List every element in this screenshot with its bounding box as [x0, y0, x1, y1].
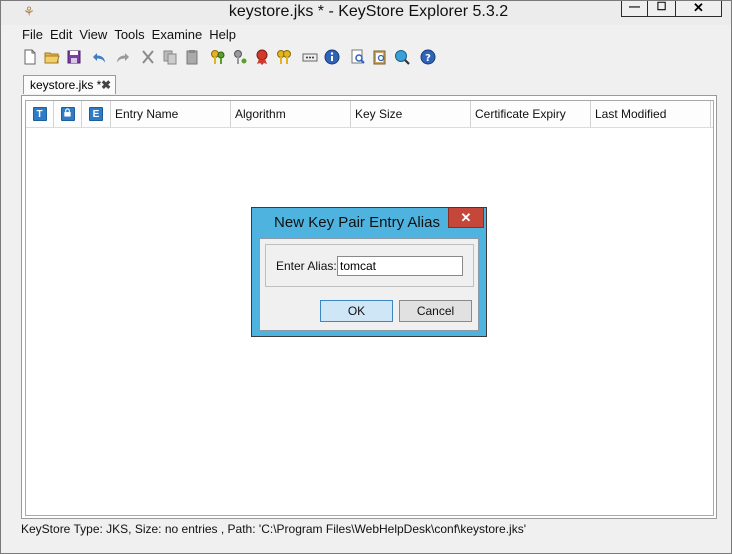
ok-button[interactable]: OK: [320, 300, 393, 322]
column-header-algorithm[interactable]: Algorithm: [231, 101, 351, 127]
cancel-button[interactable]: Cancel: [399, 300, 472, 322]
close-button[interactable]: ✕: [675, 1, 722, 17]
save-icon[interactable]: [65, 48, 83, 66]
generate-key-pair-icon[interactable]: [209, 48, 227, 66]
alias-panel: Enter Alias:: [265, 244, 474, 287]
examine-clipboard-icon[interactable]: [371, 48, 389, 66]
new-key-pair-alias-dialog: New Key Pair Entry Alias ✕ Enter Alias: …: [251, 207, 487, 337]
tab-keystore[interactable]: keystore.jks * ✖: [23, 75, 116, 94]
column-header-lock-status[interactable]: [54, 101, 82, 127]
paste-icon[interactable]: [183, 48, 201, 66]
tab-label: keystore.jks *: [30, 78, 102, 92]
copy-icon[interactable]: [161, 48, 179, 66]
new-file-icon[interactable]: [21, 48, 39, 66]
cut-icon[interactable]: [139, 48, 157, 66]
import-key-pair-icon[interactable]: [275, 48, 293, 66]
table-header: T E Entry Name Algorithm Key Size Certif…: [26, 101, 713, 128]
entry-type-icon: T: [32, 107, 47, 121]
column-header-expiry-status[interactable]: E: [82, 101, 111, 127]
import-trusted-certificate-icon[interactable]: [253, 48, 271, 66]
menu-view[interactable]: View: [76, 26, 110, 44]
status-bar: KeyStore Type: JKS, Size: no entries , P…: [21, 522, 527, 536]
undo-icon[interactable]: [91, 48, 109, 66]
redo-icon[interactable]: [113, 48, 131, 66]
column-header-last-modified[interactable]: Last Modified: [591, 101, 711, 127]
tab-close-icon[interactable]: ✖: [101, 76, 111, 95]
dialog-body: Enter Alias: OK Cancel: [259, 238, 479, 331]
menu-edit[interactable]: Edit: [47, 26, 75, 44]
alias-label: Enter Alias:: [276, 259, 337, 273]
examine-file-icon[interactable]: [349, 48, 367, 66]
column-header-entry-name[interactable]: Entry Name: [111, 101, 231, 127]
help-icon[interactable]: ?: [419, 48, 437, 66]
alias-input[interactable]: [337, 256, 463, 276]
column-header-key-size[interactable]: Key Size: [351, 101, 471, 127]
properties-icon[interactable]: [323, 48, 341, 66]
toolbar: ?: [19, 46, 719, 70]
maximize-button[interactable]: ☐: [647, 1, 676, 17]
menu-bar: File Edit View Tools Examine Help: [19, 26, 240, 44]
dialog-close-button[interactable]: ✕: [448, 208, 484, 228]
column-header-certificate-expiry[interactable]: Certificate Expiry: [471, 101, 591, 127]
lock-status-icon: [60, 107, 75, 121]
open-folder-icon[interactable]: [43, 48, 61, 66]
menu-file[interactable]: File: [19, 26, 46, 44]
minimize-button[interactable]: —: [621, 1, 648, 17]
set-password-icon[interactable]: [301, 48, 319, 66]
column-header-entry-type[interactable]: T: [26, 101, 54, 127]
expiry-status-icon: E: [89, 107, 103, 121]
menu-tools[interactable]: Tools: [111, 26, 147, 44]
app-window: ⚘ keystore.jks * - KeyStore Explorer 5.3…: [0, 0, 732, 554]
menu-help[interactable]: Help: [206, 26, 239, 44]
title-bar[interactable]: ⚘ keystore.jks * - KeyStore Explorer 5.3…: [1, 1, 731, 25]
svg-text:?: ?: [425, 53, 431, 64]
dialog-title: New Key Pair Entry Alias: [274, 214, 440, 231]
examine-ssl-icon[interactable]: [393, 48, 411, 66]
generate-secret-key-icon[interactable]: [231, 48, 249, 66]
menu-examine[interactable]: Examine: [149, 26, 206, 44]
